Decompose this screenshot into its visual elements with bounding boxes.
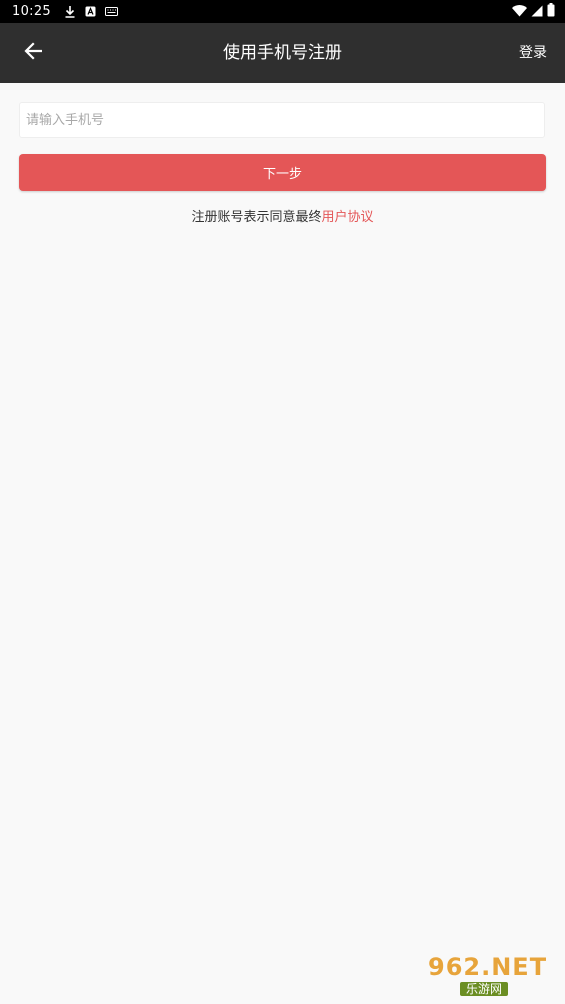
user-agreement-link[interactable]: 用户协议	[322, 210, 374, 225]
battery-icon	[547, 2, 555, 21]
watermark-cn: 乐游网	[460, 982, 509, 996]
agreement-text: 注册账号表示同意最终用户协议	[0, 206, 565, 225]
status-time: 10:25	[12, 4, 51, 19]
next-step-button[interactable]: 下一步	[19, 154, 546, 191]
status-bar: 10:25	[0, 0, 565, 23]
download-icon	[64, 5, 76, 18]
agreement-prefix: 注册账号表示同意最终	[191, 210, 322, 225]
status-system-icons	[512, 0, 555, 23]
arrow-left-icon	[24, 42, 43, 64]
page-title: 使用手机号注册	[223, 43, 342, 63]
app-bar: 使用手机号注册 登录	[0, 23, 565, 83]
phone-input[interactable]	[19, 102, 545, 138]
login-link[interactable]: 登录	[519, 23, 547, 83]
signal-icon	[531, 2, 543, 21]
a-icon	[85, 6, 96, 17]
back-button[interactable]	[12, 33, 54, 73]
watermark-bottom: 乐游网	[428, 980, 558, 998]
keyboard-icon	[104, 7, 118, 16]
watermark-logo: 962.NET 乐游网	[428, 953, 558, 999]
watermark-top: 962.NET	[428, 953, 548, 981]
wifi-icon	[512, 2, 527, 21]
status-notification-icons	[64, 5, 118, 18]
